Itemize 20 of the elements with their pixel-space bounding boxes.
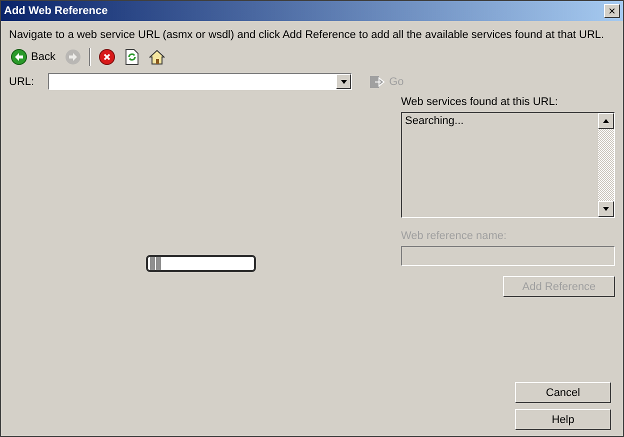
close-button[interactable]: × xyxy=(604,4,620,18)
refresh-page-icon xyxy=(125,49,140,65)
window-title: Add Web Reference xyxy=(4,5,108,17)
scroll-down-icon[interactable] xyxy=(602,206,610,212)
refresh-button[interactable] xyxy=(123,47,142,67)
services-label: Web services found at this URL: xyxy=(401,96,559,108)
stop-button[interactable] xyxy=(97,47,118,67)
stop-icon xyxy=(99,49,116,65)
home-button[interactable] xyxy=(147,47,168,67)
home-icon xyxy=(149,49,166,65)
instructions-text: Navigate to a web service URL (asmx or wsdl) and click Add Reference to add all the available services found at that URL. xyxy=(9,29,606,41)
scrollbar[interactable] xyxy=(598,113,614,217)
back-button[interactable]: Back xyxy=(9,47,58,67)
dialog-button[interactable]: Cancel xyxy=(515,382,611,403)
scroll-up-icon[interactable] xyxy=(602,118,610,124)
list-item: Searching... xyxy=(405,115,465,127)
url-combo-box[interactable] xyxy=(48,73,352,90)
dialog-button[interactable]: Help xyxy=(515,409,611,430)
go-arrow-icon xyxy=(370,74,386,88)
url-label: URL: xyxy=(9,76,34,88)
